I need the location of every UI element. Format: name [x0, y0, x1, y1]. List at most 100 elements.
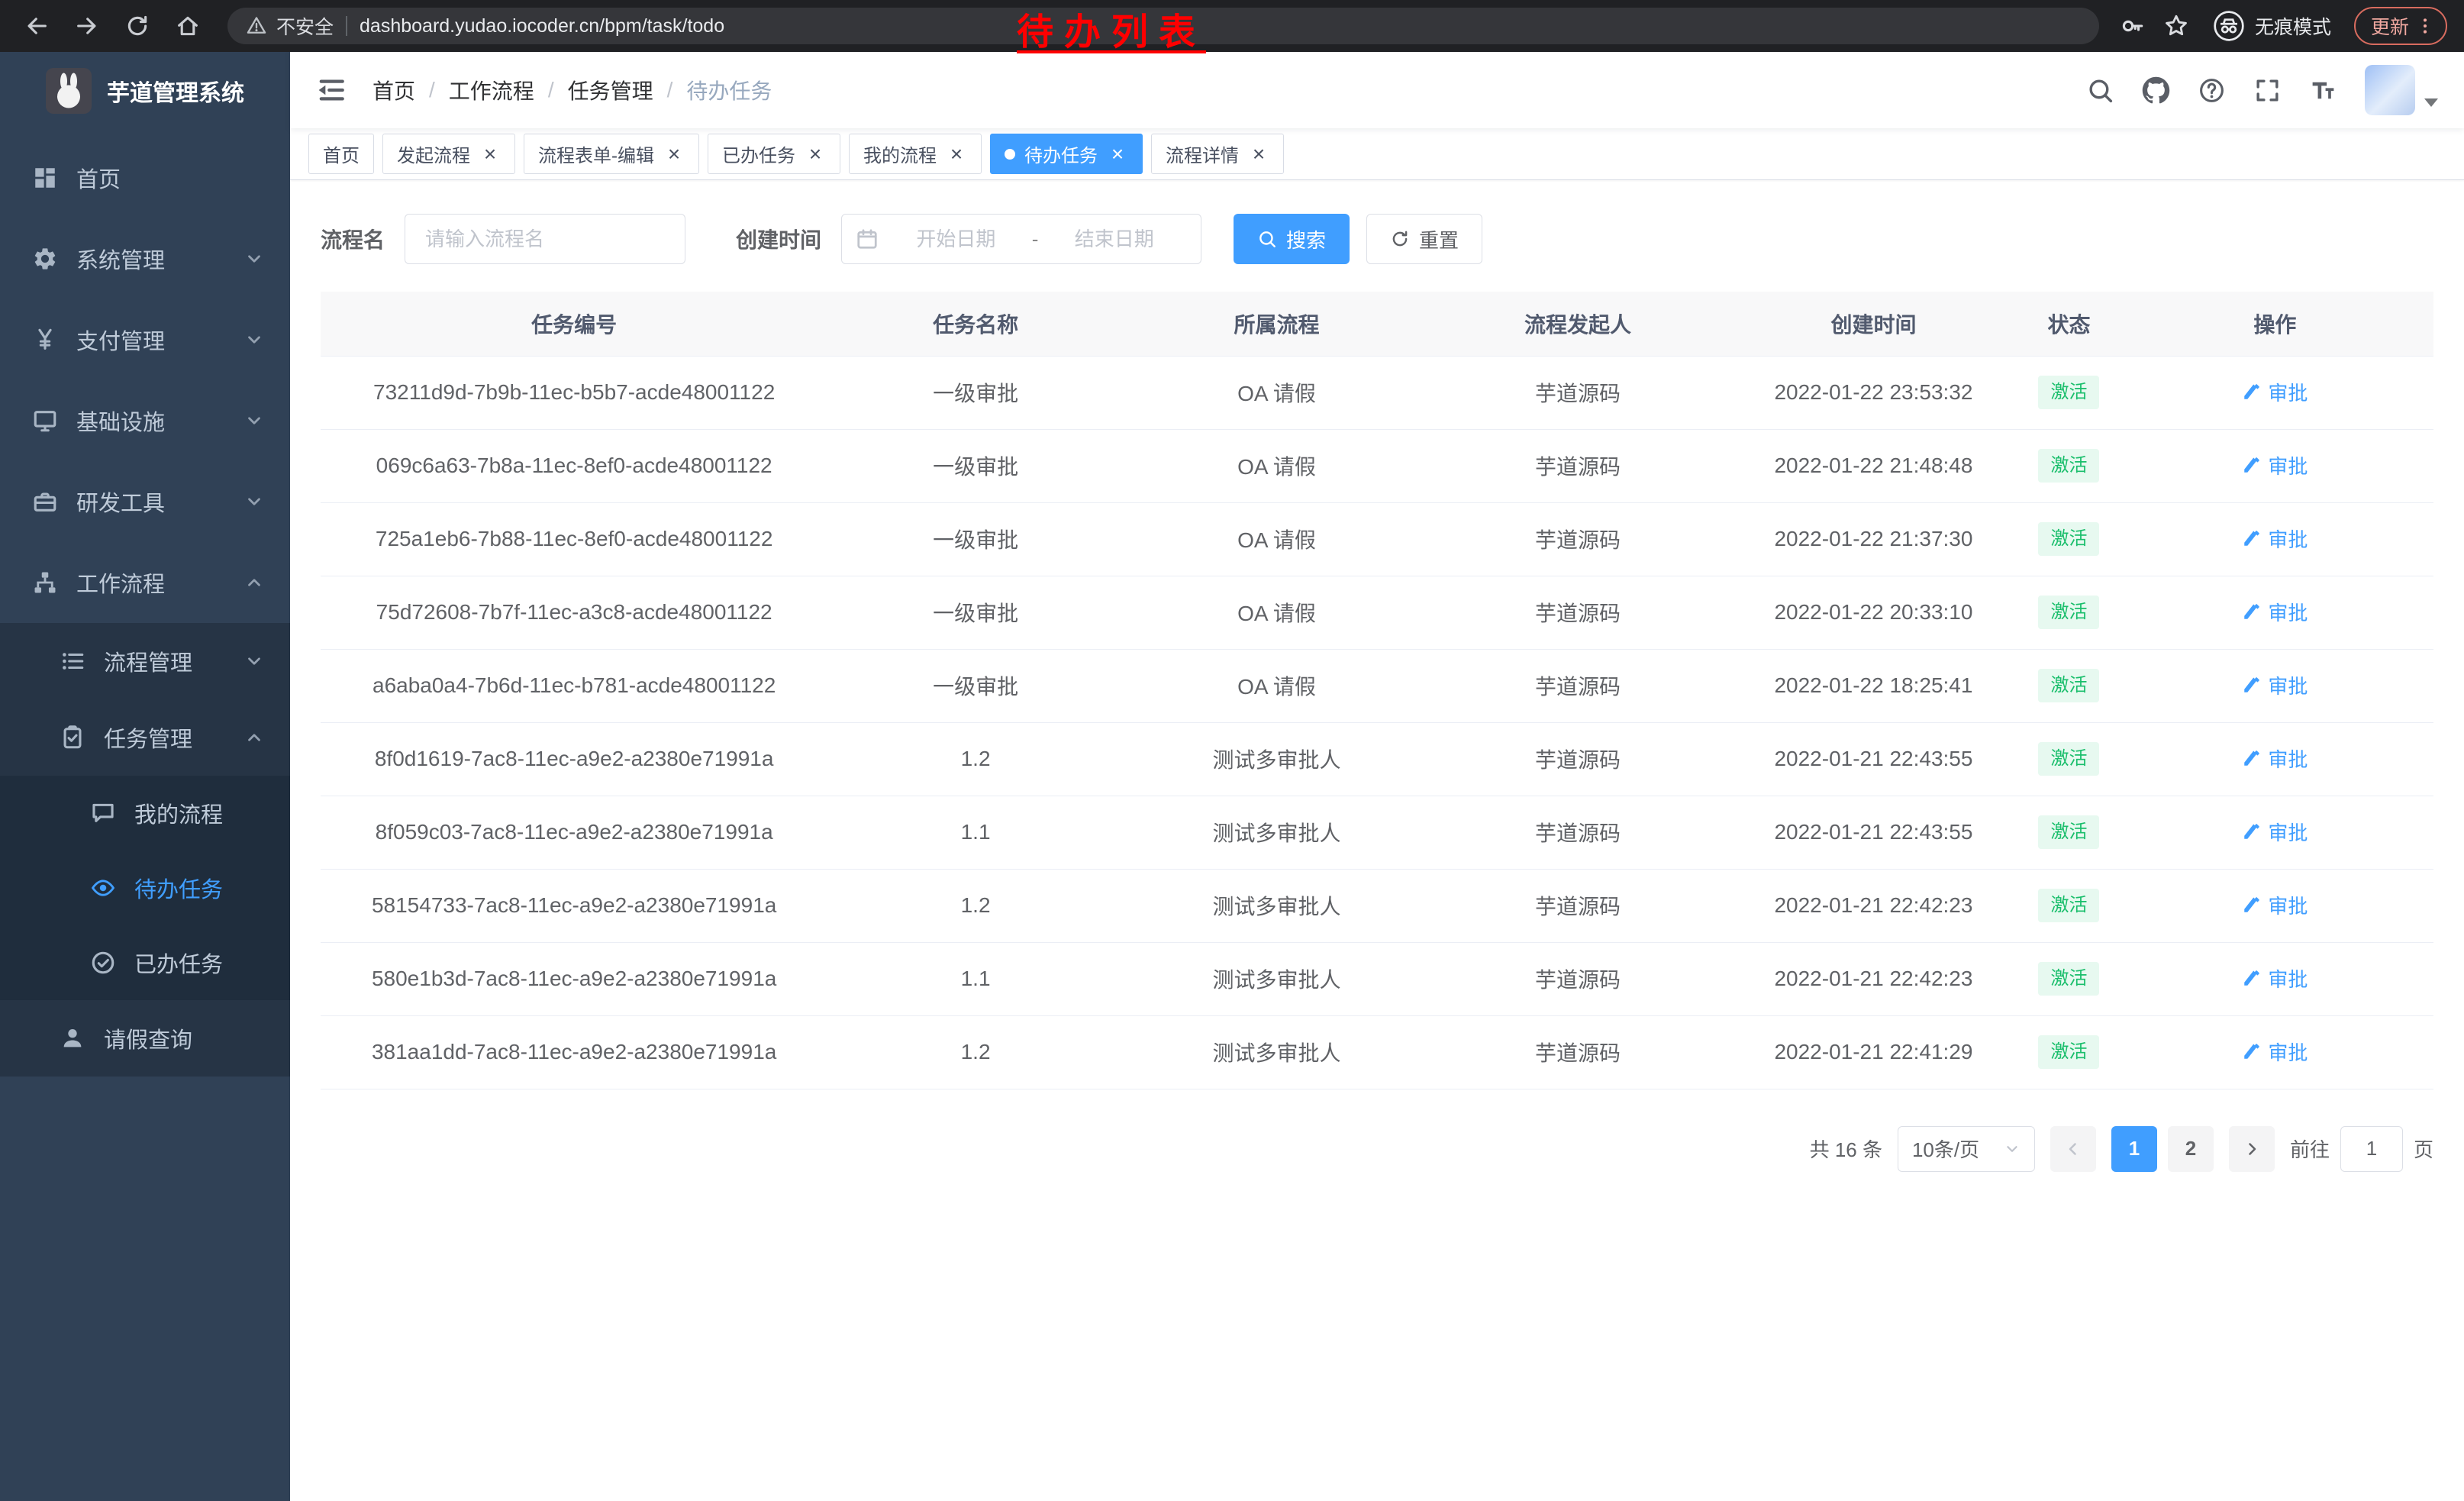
cell-created: 2022-01-22 21:48:48 [1726, 429, 2022, 502]
status-badge: 激活 [2038, 376, 2099, 410]
tab-已办任务[interactable]: 已办任务× [708, 134, 840, 174]
sidebar-item[interactable]: 工作流程 [0, 542, 290, 623]
date-range-picker[interactable]: - [841, 214, 1201, 264]
password-key-icon[interactable] [2119, 13, 2145, 39]
page-size-select[interactable]: 10条/页 [1898, 1126, 2035, 1172]
font-size-icon[interactable] [2309, 76, 2337, 105]
fullscreen-icon[interactable] [2253, 76, 2282, 105]
cell-created: 2022-01-21 22:42:23 [1726, 942, 2022, 1015]
breadcrumb-item[interactable]: 工作流程 [449, 75, 534, 105]
home-button[interactable] [168, 6, 208, 46]
close-icon[interactable]: × [1248, 144, 1269, 165]
close-icon[interactable]: × [479, 144, 501, 165]
approve-button[interactable]: 审批 [2242, 451, 2308, 479]
help-icon[interactable] [2198, 76, 2226, 105]
tab-待办任务[interactable]: 待办任务× [990, 134, 1143, 174]
pencil-icon [2242, 528, 2262, 548]
approve-button[interactable]: 审批 [2242, 671, 2308, 699]
search-icon[interactable] [2086, 76, 2114, 105]
page-button-2[interactable]: 2 [2168, 1126, 2214, 1172]
tab-流程表单-编辑[interactable]: 流程表单-编辑 × [524, 134, 699, 174]
cell-process: OA 请假 [1124, 502, 1430, 576]
search-icon [1257, 229, 1277, 249]
sidebar-item-label: 流程管理 [104, 645, 192, 677]
close-icon[interactable]: × [805, 144, 826, 165]
workflow-icon [32, 570, 58, 596]
breadcrumb-separator: / [548, 78, 554, 102]
tab-我的流程[interactable]: 我的流程× [849, 134, 982, 174]
range-separator: - [1029, 228, 1042, 251]
sidebar-item-label: 研发工具 [76, 486, 165, 518]
total-count: 共 16 条 [1810, 1135, 1882, 1163]
not-secure-warning-icon [246, 15, 267, 37]
tab-label: 流程表单-编辑 [538, 140, 654, 167]
briefcase-icon [32, 489, 58, 515]
process-name-input[interactable] [405, 214, 685, 264]
approve-button[interactable]: 审批 [2242, 818, 2308, 846]
tab-发起流程[interactable]: 发起流程× [382, 134, 515, 174]
task-icon [60, 725, 85, 750]
forward-button[interactable] [67, 6, 107, 46]
sidebar-item[interactable]: 流程管理 [0, 623, 290, 699]
search-button[interactable]: 搜索 [1234, 214, 1350, 264]
address-divider [346, 16, 347, 36]
back-button[interactable] [17, 6, 56, 46]
cell-status: 激活 [2021, 1015, 2117, 1089]
user-menu[interactable] [2365, 65, 2438, 115]
cell-task-name: 一级审批 [827, 576, 1124, 649]
prev-page-button[interactable] [2050, 1126, 2096, 1172]
tab-label: 流程详情 [1166, 140, 1239, 167]
sidebar-item[interactable]: 首页 [0, 137, 290, 218]
end-date-input[interactable] [1041, 228, 1187, 251]
github-icon[interactable] [2142, 76, 2170, 105]
cell-task-id: 75d72608-7b7f-11ec-a3c8-acde48001122 [321, 576, 827, 649]
start-date-input[interactable] [883, 228, 1029, 251]
sidebar-item[interactable]: 研发工具 [0, 461, 290, 542]
sidebar-item[interactable]: 支付管理 [0, 299, 290, 380]
goto-page-input[interactable] [2340, 1126, 2403, 1172]
pencil-icon [2242, 748, 2262, 768]
pencil-icon [2242, 1041, 2262, 1061]
address-bar[interactable]: 不安全 dashboard.yudao.iocoder.cn/bpm/task/… [227, 8, 2099, 44]
approve-button[interactable]: 审批 [2242, 744, 2308, 773]
approve-button[interactable]: 审批 [2242, 378, 2308, 406]
reload-button[interactable] [118, 6, 157, 46]
sidebar-item[interactable]: 待办任务 [0, 851, 290, 925]
sidebar-item[interactable]: 我的流程 [0, 776, 290, 851]
page-button-1[interactable]: 1 [2111, 1126, 2157, 1172]
close-icon[interactable]: × [946, 144, 967, 165]
avatar[interactable] [2365, 65, 2415, 115]
sidebar-item-label: 已办任务 [134, 947, 223, 979]
sidebar-toggle-icon[interactable] [314, 74, 347, 106]
tab-首页[interactable]: 首页 [308, 134, 374, 174]
goto-page: 前往 页 [2290, 1126, 2433, 1172]
cell-initiator: 芋道源码 [1430, 722, 1726, 796]
app-title: 芋道管理系统 [107, 74, 244, 108]
cell-task-name: 一级审批 [827, 502, 1124, 576]
reset-button[interactable]: 重置 [1366, 214, 1482, 264]
approve-button[interactable]: 审批 [2242, 891, 2308, 919]
menu-kebab-icon[interactable] [2415, 16, 2435, 36]
breadcrumb-item[interactable]: 首页 [373, 75, 415, 105]
main-area: 首页/工作流程/任务管理/待办任务 首页发起流程×流程表单-编辑×已办任务×我的… [290, 52, 2464, 1501]
close-icon[interactable]: × [663, 144, 685, 165]
app-logo[interactable]: 芋道管理系统 [0, 52, 290, 130]
sidebar-item[interactable]: 已办任务 [0, 925, 290, 1000]
approve-button[interactable]: 审批 [2242, 964, 2308, 993]
approve-button[interactable]: 审批 [2242, 598, 2308, 626]
filter-bar: 流程名 创建时间 - 搜索 重置 [321, 214, 2433, 264]
approve-button[interactable]: 审批 [2242, 1038, 2308, 1066]
sidebar-item[interactable]: 任务管理 [0, 699, 290, 776]
close-icon[interactable]: × [1107, 144, 1128, 165]
approve-button[interactable]: 审批 [2242, 525, 2308, 553]
sidebar-item[interactable]: 系统管理 [0, 218, 290, 299]
cell-action: 审批 [2117, 796, 2433, 869]
update-button[interactable]: 更新 [2354, 7, 2447, 45]
sidebar-item[interactable]: 基础设施 [0, 380, 290, 461]
tab-流程详情[interactable]: 流程详情 × [1151, 134, 1284, 174]
breadcrumb-item[interactable]: 任务管理 [568, 75, 653, 105]
bookmark-star-icon[interactable] [2163, 13, 2189, 39]
approve-label: 审批 [2268, 598, 2308, 626]
next-page-button[interactable] [2229, 1126, 2275, 1172]
sidebar-item[interactable]: 请假查询 [0, 1000, 290, 1077]
